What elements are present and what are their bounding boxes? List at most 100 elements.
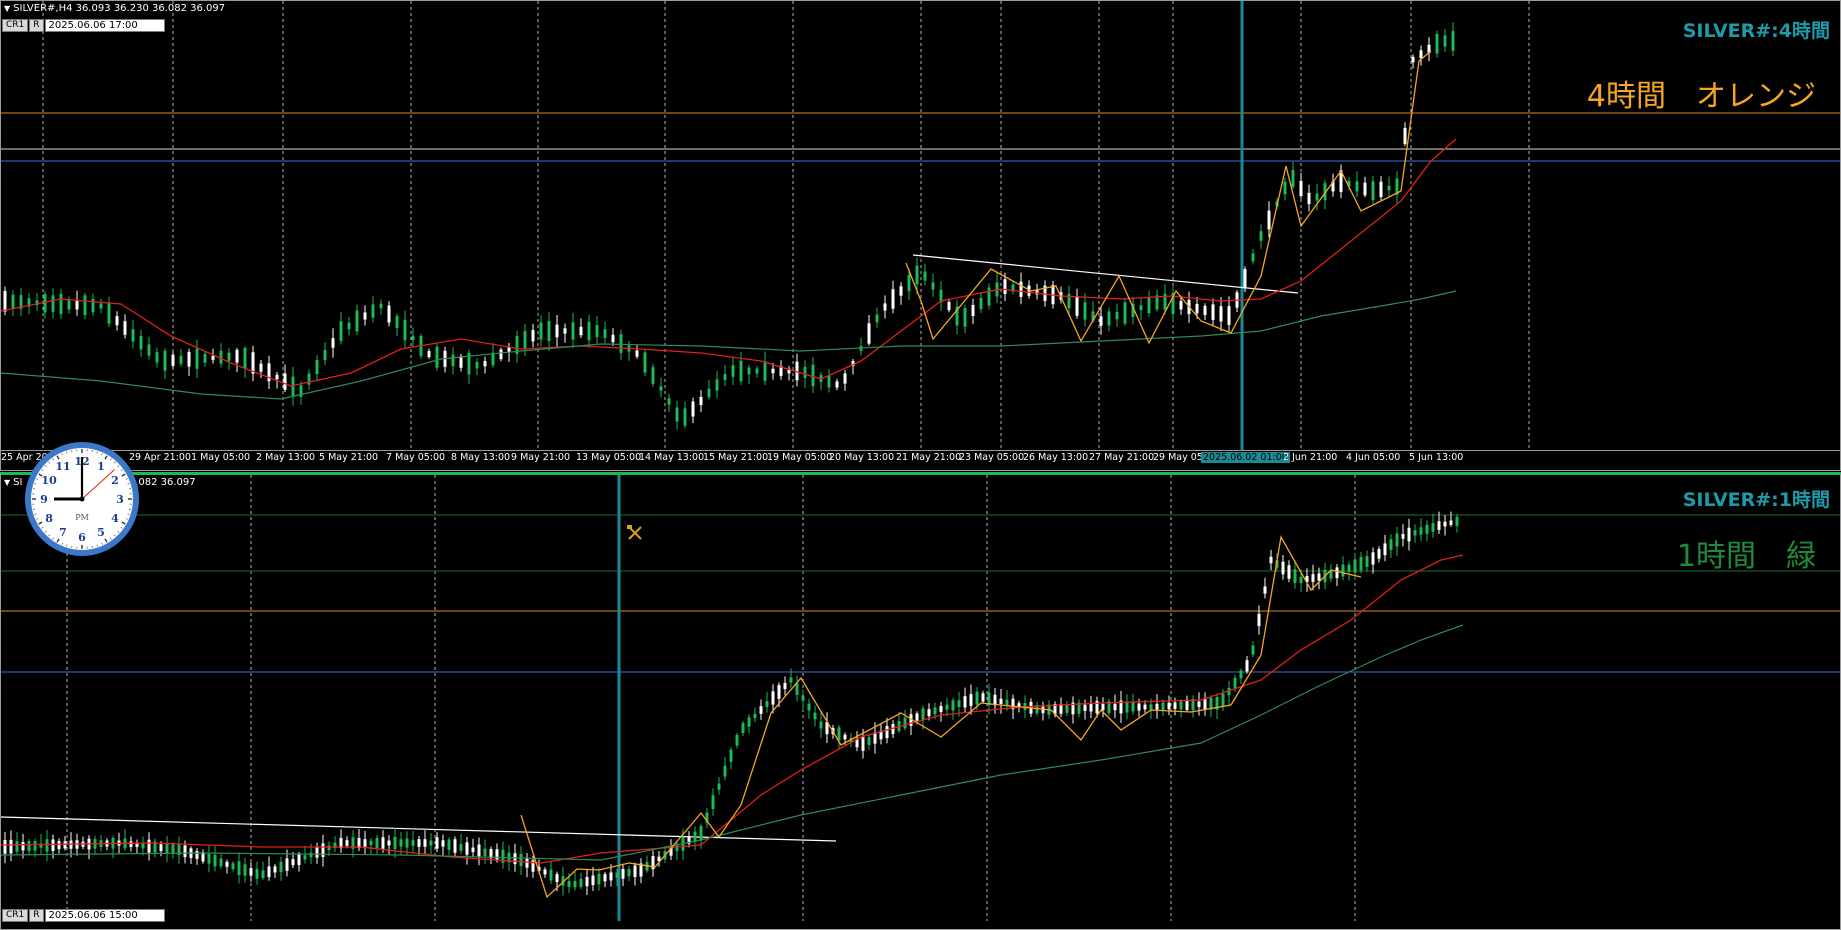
candle-body (1005, 699, 1009, 706)
candle-body (603, 329, 607, 338)
candle-body (369, 840, 373, 846)
symbol-header: ▼ SILVER#,H4 36.093 36.230 36.082 36.097 (4, 3, 225, 15)
candle-body (549, 869, 553, 881)
candle-body (1227, 306, 1231, 326)
candle-body (159, 844, 163, 852)
candle-body (411, 840, 415, 846)
candle-body (573, 880, 577, 888)
candle-body (915, 713, 919, 721)
candle-body (1293, 569, 1297, 583)
candle-body (1431, 523, 1435, 532)
time-axis: 25 Apr 20 29 Apr 21:00 1 May 05:00 2 May 13… (1, 450, 1840, 465)
r-button[interactable]: R (29, 18, 44, 32)
candle-body (707, 388, 711, 398)
candle-body (435, 346, 439, 368)
candle-body (1267, 210, 1271, 230)
candle-body (273, 866, 277, 873)
axis-tick-label: 8 May 13:00 (451, 452, 511, 463)
cr1-button[interactable]: CR1 (2, 908, 29, 922)
axis-tick-label: 14 May 13:00 (639, 452, 705, 463)
candle-body (387, 840, 391, 846)
svg-text:1: 1 (97, 460, 105, 473)
candle-body (1449, 520, 1453, 525)
candle-body (279, 861, 283, 873)
candles (3, 22, 1455, 430)
candle-body (763, 361, 767, 381)
crossed-tools-icon[interactable] (626, 524, 644, 542)
candle-body (915, 265, 919, 285)
candle-body (903, 717, 907, 729)
candle-body (807, 703, 811, 711)
candle-body (131, 329, 135, 342)
chart-title: SILVER#:4時間 (1682, 20, 1830, 42)
candle-body (1287, 565, 1291, 579)
candle-body (1451, 31, 1455, 51)
candle-body (45, 839, 49, 852)
timeframe-box: CR1 R 2025.06.06 15:00 (2, 908, 165, 922)
candle-body (675, 407, 679, 422)
candle-body (1425, 524, 1429, 534)
axis-tick-label: 1 May 05:00 (191, 452, 251, 463)
svg-text:2: 2 (111, 474, 119, 487)
candle-body (75, 300, 79, 310)
candle-body (899, 286, 903, 296)
candle-body (165, 843, 169, 854)
candle-body (611, 334, 615, 343)
candle-body (699, 826, 703, 840)
candle-body (771, 691, 775, 705)
candle-body (1383, 543, 1387, 556)
candle-body (1335, 567, 1339, 579)
candle-body (211, 355, 215, 360)
candle-body (731, 365, 735, 377)
candle-body (1435, 33, 1439, 54)
candle-body (107, 303, 111, 324)
candle-body (123, 321, 127, 335)
candle-body (405, 838, 409, 848)
candle-body (1371, 552, 1375, 565)
candle-body (1455, 516, 1459, 526)
chart-pane-4h[interactable]: ▼ SILVER#,H4 36.093 36.230 36.082 36.097 … (0, 0, 1841, 471)
candle-body (1083, 704, 1087, 711)
candle-body (811, 364, 815, 387)
candle-body (683, 408, 687, 426)
candle-body (283, 373, 287, 390)
candle-body (275, 374, 279, 380)
candle-body (219, 350, 223, 364)
candle-body (543, 869, 547, 875)
trend-line[interactable] (912, 254, 1299, 294)
timeframe-note: 1時間 緑 (1676, 539, 1816, 574)
r-button[interactable]: R (29, 908, 44, 922)
candle-body (1089, 703, 1093, 712)
candle-body (867, 323, 871, 344)
axis-tick-label: 29 May 05: (1153, 452, 1207, 463)
collapse-triangle-icon[interactable]: ▼ (4, 4, 10, 13)
candle-body (885, 726, 889, 738)
candle-body (531, 330, 535, 342)
candle-body (963, 696, 967, 708)
collapse-triangle-icon[interactable]: ▼ (4, 478, 10, 487)
candle-body (387, 305, 391, 323)
candle-body (1099, 316, 1103, 326)
candle-body (243, 864, 247, 876)
chart-title: SILVER#:1時間 (1682, 489, 1830, 511)
price-chart-4h[interactable] (1, 1, 1841, 457)
candle-body (1221, 693, 1225, 707)
candle-body (579, 878, 583, 887)
candle-body (747, 717, 751, 727)
axis-tick-label: 9 May 21:00 (511, 452, 571, 463)
candle-body (771, 368, 775, 374)
candle-body (15, 841, 19, 852)
svg-text:11: 11 (55, 460, 70, 473)
candle-body (3, 840, 7, 854)
candle-body (827, 375, 831, 388)
chart-pane-1h[interactable]: ▼ SI 36.082 36.097 CR1 R 2025.06.06 15:00 … (0, 472, 1841, 930)
candle-body (1371, 181, 1375, 201)
candle-body (1365, 556, 1369, 567)
candle-body (759, 706, 763, 714)
candle-body (499, 349, 503, 360)
cr1-button[interactable]: CR1 (2, 18, 29, 32)
candle-body (525, 858, 529, 868)
candle-body (339, 321, 343, 341)
candle-body (753, 713, 757, 719)
price-chart-1h[interactable] (1, 475, 1841, 921)
